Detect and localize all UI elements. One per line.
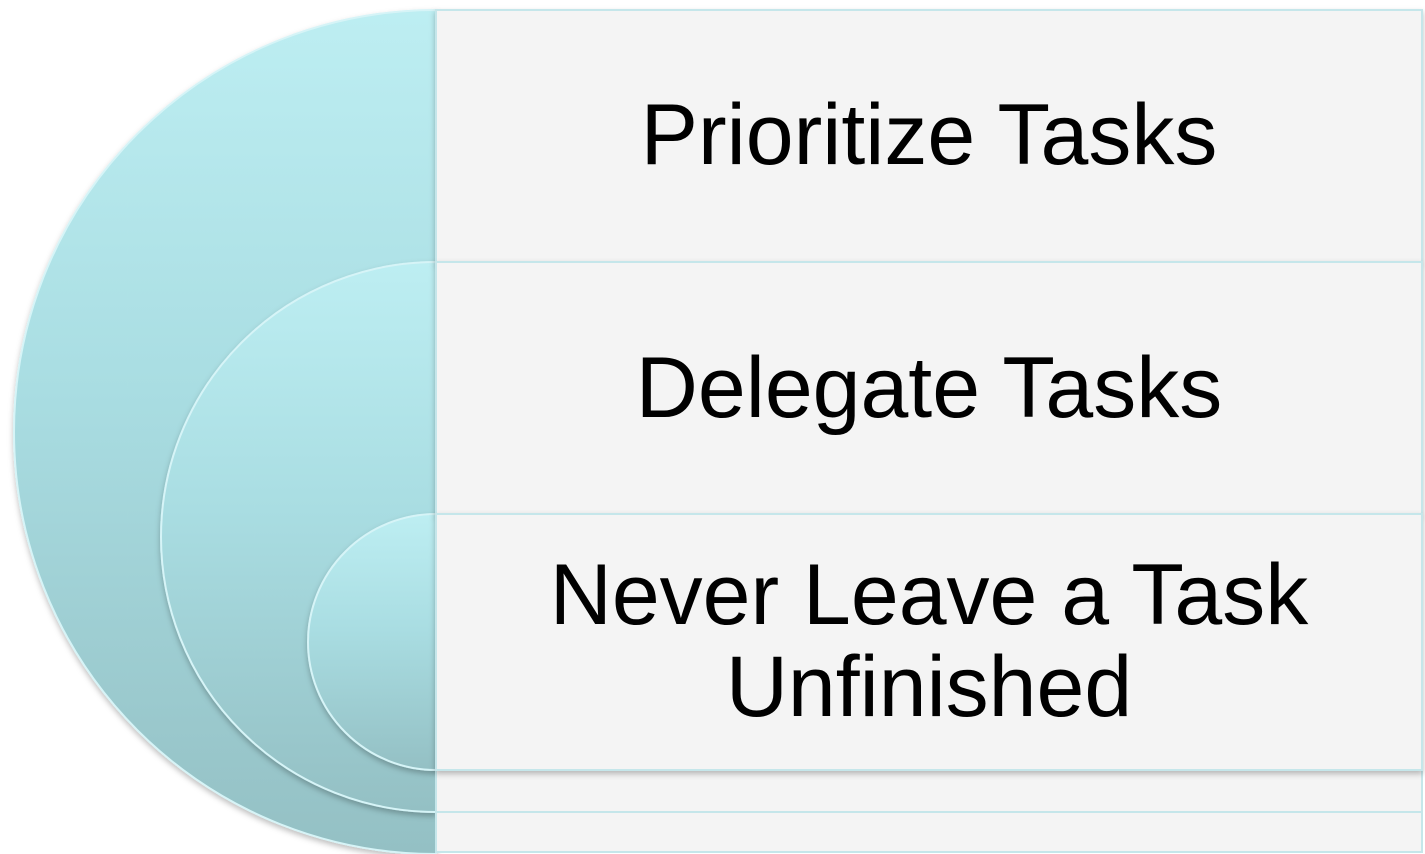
panel-1 — [435, 9, 1423, 263]
panel-3 — [435, 513, 1423, 771]
nested-arc-diagram — [13, 8, 1423, 854]
panel-2 — [435, 261, 1423, 515]
panel-strip-outer — [435, 811, 1423, 853]
panel-strip-middle — [435, 769, 1423, 813]
